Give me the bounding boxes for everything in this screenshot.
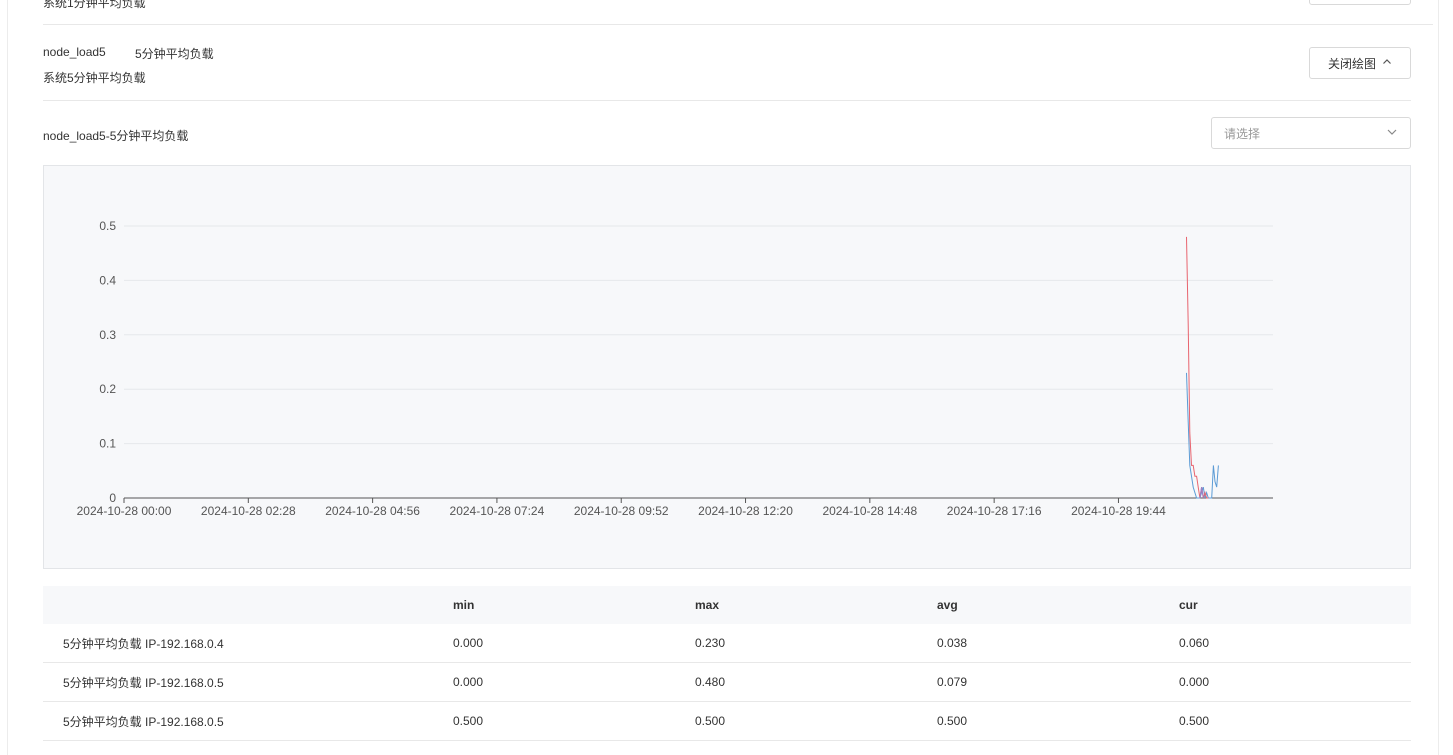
y-tick-label: 0.3: [99, 328, 116, 342]
chart-container: 0 0.1 0.2 0.3 0.4 0.5 2024-10-28 00:00 2024-10-…: [43, 165, 1411, 569]
cell-max: 0.480: [695, 662, 937, 702]
table-row: 5分钟平均负载 IP-192.168.0.4 0.000 0.230 0.038…: [43, 624, 1411, 663]
metric-description: 系统5分钟平均负载: [43, 71, 146, 85]
series-select[interactable]: 请选择: [1211, 117, 1411, 149]
line-chart: 0 0.1 0.2 0.3 0.4 0.5 2024-10-28 00:00 2024-10-…: [77, 219, 1273, 518]
y-tick-label: 0.5: [99, 219, 116, 233]
chevron-up-icon: [1382, 56, 1392, 70]
col-header-avg: avg: [937, 586, 1179, 624]
cell-cur: 0.000: [1179, 662, 1411, 702]
cell-series: 5分钟平均负载 IP-192.168.0.5: [43, 701, 453, 741]
x-tick-label: 2024-10-28 12:20: [698, 504, 793, 518]
x-tick-label: 2024-10-28 00:00: [77, 504, 172, 518]
y-tick-label: 0.4: [99, 273, 116, 287]
cell-cur: 0.500: [1179, 701, 1411, 741]
cell-avg: 0.038: [937, 624, 1179, 663]
cell-series: 5分钟平均负载 IP-192.168.0.5: [43, 662, 453, 702]
prev-toggle-button[interactable]: [1309, 0, 1411, 5]
col-header-series: [43, 586, 453, 624]
metric-name: node_load5: [43, 45, 106, 59]
y-tick-label: 0.2: [99, 382, 116, 396]
table-row: 5分钟平均负载 IP-192.168.0.5 0.500 0.500 0.500…: [43, 701, 1411, 741]
select-placeholder: 请选择: [1224, 126, 1261, 141]
cell-min: 0.000: [453, 624, 695, 663]
cell-avg: 0.500: [937, 701, 1179, 741]
prev-metric-description: 系统1分钟平均负载: [43, 0, 146, 10]
toggle-plot-label: 关闭绘图: [1327, 56, 1376, 71]
col-header-cur: cur: [1179, 586, 1411, 624]
cell-max: 0.230: [695, 624, 937, 663]
x-tick-label: 2024-10-28 19:44: [1071, 504, 1166, 518]
series-line-1: [1186, 372, 1219, 499]
cell-max: 0.500: [695, 701, 937, 741]
cell-min: 0.500: [453, 701, 695, 741]
col-header-max: max: [695, 586, 937, 624]
metric-label: 5分钟平均负载: [135, 47, 214, 61]
x-tick-label: 2024-10-28 09:52: [574, 504, 669, 518]
x-tick-label: 2024-10-28 02:28: [201, 504, 296, 518]
stats-table: min max avg cur 5分钟平均负载 IP-192.168.0.4 0…: [43, 586, 1411, 741]
y-tick-label: 0: [109, 491, 116, 505]
divider: [43, 100, 1411, 101]
col-header-min: min: [453, 586, 695, 624]
y-tick-label: 0.1: [99, 437, 116, 451]
cell-series: 5分钟平均负载 IP-192.168.0.4: [43, 624, 453, 663]
table-header-row: min max avg cur: [43, 586, 1411, 624]
chart-title: node_load5-5分钟平均负载: [43, 129, 189, 143]
divider: [43, 24, 1433, 25]
cell-cur: 0.060: [1179, 624, 1411, 663]
chevron-down-icon: [1386, 126, 1398, 141]
x-tick-label: 2024-10-28 04:56: [325, 504, 420, 518]
x-tick-label: 2024-10-28 17:16: [947, 504, 1042, 518]
x-tick-label: 2024-10-28 14:48: [822, 504, 917, 518]
cell-min: 0.000: [453, 662, 695, 702]
cell-avg: 0.079: [937, 662, 1179, 702]
x-tick-label: 2024-10-28 07:24: [450, 504, 545, 518]
toggle-plot-button[interactable]: 关闭绘图: [1309, 47, 1411, 79]
table-row: 5分钟平均负载 IP-192.168.0.5 0.000 0.480 0.079…: [43, 662, 1411, 702]
